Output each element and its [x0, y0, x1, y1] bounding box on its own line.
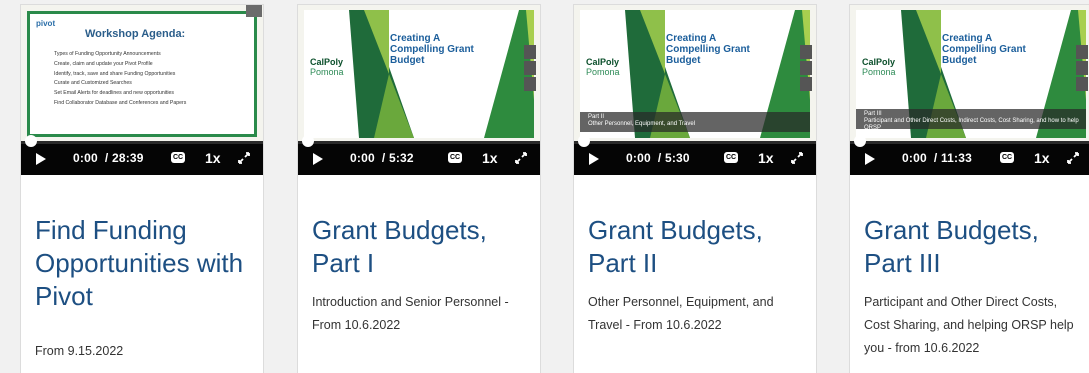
- participant-video-icon: [800, 77, 812, 91]
- play-icon[interactable]: [589, 153, 599, 165]
- calpoly-logo: CalPoly Pomona: [310, 57, 344, 77]
- duration: / 28:39: [104, 151, 144, 165]
- scrubber-handle[interactable]: [25, 135, 37, 147]
- part-banner: Part III Participant and Other Direct Cos…: [856, 109, 1086, 131]
- video-thumbnail[interactable]: pivot Workshop Agenda: Types of Funding …: [21, 5, 263, 141]
- part-label: Part III: [864, 111, 882, 117]
- duration: / 5:30: [657, 151, 690, 165]
- participant-video-icon: [1076, 77, 1088, 91]
- presenter-video-icon: [246, 5, 262, 17]
- captions-icon[interactable]: CC: [724, 152, 738, 163]
- video-description: From 9.15.2022: [35, 344, 124, 358]
- video-card-grant-budgets-part-1: CalPoly Pomona Creating A Compelling Gran…: [297, 4, 541, 373]
- participant-video-icon: [524, 45, 536, 59]
- play-icon[interactable]: [865, 153, 875, 165]
- fullscreen-icon[interactable]: [238, 152, 250, 164]
- video-description: Participant and Other Direct Costs, Cost…: [864, 295, 1074, 355]
- time-display: 0:00 / 5:32: [350, 151, 414, 165]
- part-banner: Part II Other Personnel, Equipment, and T…: [580, 112, 810, 132]
- progress-bar[interactable]: [21, 135, 263, 147]
- agenda-list: Types of Funding Opportunity Announcemen…: [54, 50, 186, 109]
- participant-video-icon: [524, 61, 536, 75]
- agenda-item: Create, claim and update your Pivot Prof…: [54, 60, 153, 67]
- video-description: Introduction and Senior Personnel - From…: [312, 295, 509, 332]
- captions-icon[interactable]: CC: [1000, 152, 1014, 163]
- time-display: 0:00 / 5:30: [626, 151, 690, 165]
- video-title[interactable]: Grant Budgets, Part I: [312, 214, 532, 280]
- duration: / 5:32: [381, 151, 414, 165]
- agenda-heading: Workshop Agenda:: [85, 28, 186, 40]
- slide-heading: Creating A Compelling Grant Budget: [942, 33, 1026, 66]
- captions-icon[interactable]: CC: [171, 152, 185, 163]
- fullscreen-icon[interactable]: [791, 152, 803, 164]
- participant-video-icon: [800, 61, 812, 75]
- progress-bar[interactable]: [574, 135, 816, 147]
- agenda-item: Curate and Customized Searches: [54, 80, 132, 87]
- agenda-item: Set Email Alerts for deadlines and new o…: [54, 90, 174, 97]
- slide-heading: Creating A Compelling Grant Budget: [666, 33, 750, 66]
- pivot-logo: pivot: [36, 19, 56, 28]
- time-display: 0:00 / 11:33: [902, 151, 972, 165]
- playback-speed-button[interactable]: 1x: [482, 150, 498, 166]
- fullscreen-icon[interactable]: [1067, 152, 1079, 164]
- video-card-grant-budgets-part-3: CalPoly Pomona Creating A Compelling Gran…: [849, 4, 1089, 373]
- part-subtitle: Other Personnel, Equipment, and Travel: [588, 121, 696, 127]
- time-display: 0:00 / 28:39: [73, 151, 144, 165]
- progress-bar[interactable]: [298, 135, 540, 147]
- current-time: 0:00: [626, 151, 651, 165]
- video-thumbnail[interactable]: CalPoly Pomona Creating A Compelling Gran…: [574, 5, 816, 141]
- video-card-pivot: pivot Workshop Agenda: Types of Funding …: [20, 4, 264, 373]
- video-controls: 0:00 / 11:33 CC 1x: [850, 135, 1089, 175]
- participant-video-icon: [800, 45, 812, 59]
- slide-heading: Creating A Compelling Grant Budget: [390, 33, 474, 66]
- scrubber-handle[interactable]: [302, 135, 314, 147]
- play-icon[interactable]: [36, 153, 46, 165]
- part-label: Part II: [588, 114, 605, 120]
- video-title[interactable]: Find Funding Opportunities with Pivot: [35, 214, 255, 313]
- duration: / 11:33: [933, 151, 973, 165]
- video-description: Other Personnel, Equipment, and Travel -…: [588, 295, 774, 332]
- participant-video-icon: [1076, 61, 1088, 75]
- play-icon[interactable]: [313, 153, 323, 165]
- agenda-item: Find Collaborator Database and Conferenc…: [54, 99, 187, 106]
- scrubber-handle[interactable]: [854, 135, 866, 147]
- playback-speed-button[interactable]: 1x: [1034, 150, 1050, 166]
- video-controls: 0:00 / 28:39 CC 1x: [21, 135, 263, 175]
- current-time: 0:00: [73, 151, 98, 165]
- scrubber-handle[interactable]: [578, 135, 590, 147]
- part-subtitle: Participant and Other Direct Costs, Indi…: [864, 118, 1079, 131]
- video-thumbnail[interactable]: CalPoly Pomona Creating A Compelling Gran…: [850, 5, 1089, 141]
- current-time: 0:00: [902, 151, 927, 165]
- video-controls: 0:00 / 5:32 CC 1x: [298, 135, 540, 175]
- participant-video-icon: [524, 77, 536, 91]
- video-card-grant-budgets-part-2: CalPoly Pomona Creating A Compelling Gran…: [573, 4, 817, 373]
- calpoly-logo: CalPoly Pomona: [862, 57, 896, 77]
- participant-video-icon: [1076, 45, 1088, 59]
- video-title[interactable]: Grant Budgets, Part III: [864, 214, 1084, 280]
- current-time: 0:00: [350, 151, 375, 165]
- agenda-item: Identify, track, save and share Funding …: [54, 70, 176, 77]
- agenda-slide: pivot Workshop Agenda: Types of Funding …: [27, 11, 257, 137]
- video-title[interactable]: Grant Budgets, Part II: [588, 214, 808, 280]
- video-controls: 0:00 / 5:30 CC 1x: [574, 135, 816, 175]
- playback-speed-button[interactable]: 1x: [758, 150, 774, 166]
- video-thumbnail[interactable]: CalPoly Pomona Creating A Compelling Gran…: [298, 5, 540, 141]
- playback-speed-button[interactable]: 1x: [205, 150, 221, 166]
- calpoly-logo: CalPoly Pomona: [586, 57, 620, 77]
- fullscreen-icon[interactable]: [515, 152, 527, 164]
- progress-bar[interactable]: [850, 135, 1089, 147]
- agenda-item: Types of Funding Opportunity Announcemen…: [54, 51, 161, 57]
- captions-icon[interactable]: CC: [448, 152, 462, 163]
